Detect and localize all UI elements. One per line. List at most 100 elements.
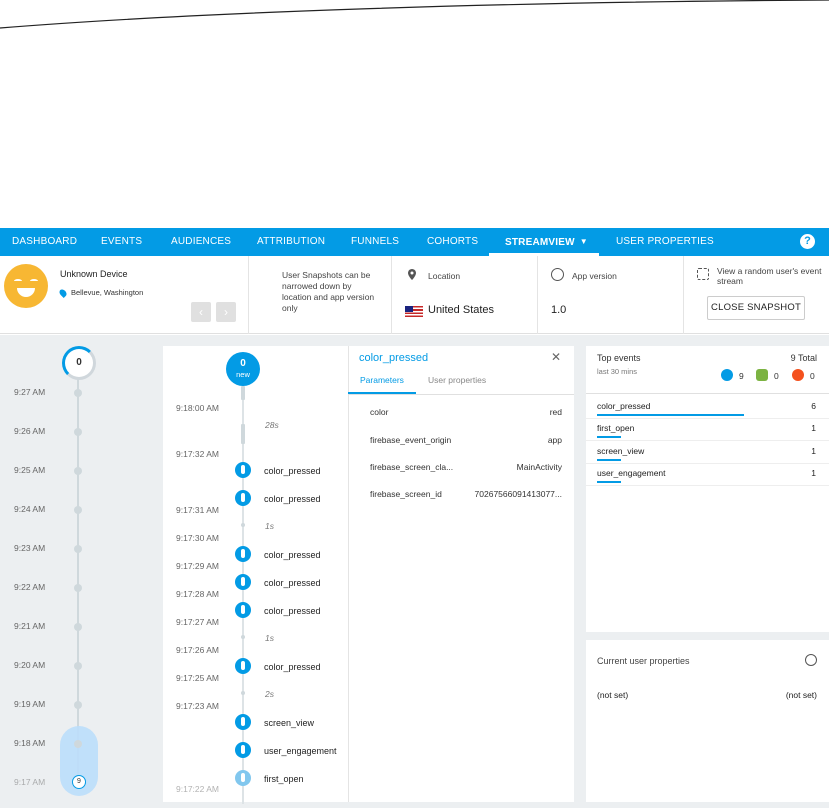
avatar-eye-left (14, 279, 22, 283)
minute-row[interactable]: 9:26 AM (14, 426, 94, 438)
tab-streamview-label: STREAMVIEW (505, 237, 575, 248)
minute-row[interactable]: 9:23 AM (14, 543, 94, 555)
tab-parameters[interactable]: Parameters (360, 375, 404, 385)
minute-dot (74, 467, 82, 475)
tab-user-properties-params[interactable]: User properties (428, 375, 486, 385)
top-event-name[interactable]: screen_view (597, 446, 644, 456)
stream-gap: 2s (265, 689, 274, 699)
top-event-name[interactable]: first_open (597, 423, 634, 433)
next-user-button[interactable]: › (216, 302, 236, 322)
minute-label: 9:24 AM (14, 504, 46, 514)
params-title: color_pressed (359, 352, 429, 364)
touch-icon (235, 714, 251, 730)
device-cell: Unknown Device Bellevue, Washington ‹ › (0, 256, 249, 334)
stream-event[interactable]: user_engagement (264, 746, 337, 756)
conversion-count: 0 (774, 371, 779, 381)
top-event-bar (597, 459, 621, 461)
stream-event[interactable]: color_pressed (264, 494, 321, 504)
minute-event-count[interactable]: 9 (72, 775, 86, 789)
minute-row[interactable]: 9:27 AM (14, 387, 94, 399)
minute-row[interactable]: 9:21 AM (14, 621, 94, 633)
stream-time: 9:17:25 AM (176, 673, 220, 683)
avatar-eye-right (30, 279, 38, 283)
new-events-badge[interactable]: 0 new (226, 352, 260, 386)
stream-time: 9:17:29 AM (176, 561, 220, 571)
param-key: firebase_screen_id (370, 489, 442, 499)
device-name: Unknown Device (60, 269, 128, 279)
stream-event[interactable]: color_pressed (264, 662, 321, 672)
tab-events[interactable]: EVENTS (101, 228, 142, 256)
stream-event[interactable]: color_pressed (264, 578, 321, 588)
minute-new-badge[interactable]: 0 (62, 346, 96, 380)
minute-timeline-line (77, 362, 79, 782)
stream-time: 9:17:23 AM (176, 701, 220, 711)
tab-dashboard[interactable]: DASHBOARD (12, 228, 77, 256)
user-count: 9 (739, 371, 744, 381)
row-separator (586, 485, 829, 486)
minute-dot (74, 389, 82, 397)
stream-event[interactable]: color_pressed (264, 550, 321, 560)
device-location: Bellevue, Washington (58, 287, 143, 298)
minute-row[interactable]: 9:18 AM (14, 738, 94, 750)
chevron-down-icon: ▼ (579, 237, 588, 246)
minute-row[interactable]: 9:22 AM (14, 582, 94, 594)
app-version-label: App version (572, 271, 617, 281)
minute-dot (74, 662, 82, 670)
help-icon[interactable]: ? (800, 234, 815, 249)
stream-gap: 1s (265, 521, 274, 531)
param-key: color (370, 407, 389, 417)
minute-row[interactable]: 9:20 AM (14, 660, 94, 672)
touch-icon (235, 546, 251, 562)
tab-streamview[interactable]: STREAMVIEW ▼ (505, 228, 588, 256)
top-event-count: 1 (811, 423, 816, 433)
tab-user-properties[interactable]: USER PROPERTIES (616, 228, 714, 256)
stream-time: 9:17:27 AM (176, 617, 220, 627)
top-event-count: 6 (811, 401, 816, 411)
tab-cohorts[interactable]: COHORTS (427, 228, 478, 256)
error-count: 0 (810, 371, 815, 381)
gap-bar (241, 424, 245, 444)
param-value: app (547, 435, 562, 445)
param-value: 70267566091413077... (474, 489, 562, 499)
minute-dot (74, 623, 82, 631)
touch-icon (235, 490, 251, 506)
stream-event[interactable]: color_pressed (264, 606, 321, 616)
tab-attribution[interactable]: ATTRIBUTION (257, 228, 325, 256)
minute-row[interactable]: 9:25 AM (14, 465, 94, 477)
location-value[interactable]: United States (428, 304, 494, 316)
stream-event[interactable]: first_open (264, 774, 304, 784)
minute-label: 9:22 AM (14, 582, 46, 592)
close-snapshot-button[interactable]: CLOSE SNAPSHOT (707, 296, 805, 320)
tab-funnels[interactable]: FUNNELS (351, 228, 399, 256)
row-separator (586, 440, 829, 441)
touch-icon (235, 462, 251, 478)
top-event-bar (597, 481, 621, 483)
app-root: DASHBOARD EVENTS AUDIENCES ATTRIBUTION F… (0, 0, 829, 808)
top-event-name[interactable]: color_pressed (597, 401, 650, 411)
stream-gap-dot (241, 523, 245, 527)
minute-label: 9:17 AM (14, 777, 46, 787)
tab-audiences[interactable]: AUDIENCES (171, 228, 231, 256)
stream-gap: 28s (265, 420, 279, 430)
history-icon[interactable] (805, 654, 817, 666)
app-version-value[interactable]: 1.0 (551, 304, 566, 316)
top-events-total: 9 Total (790, 353, 817, 363)
stream-event[interactable]: screen_view (264, 718, 314, 728)
minute-dot (74, 740, 82, 748)
minute-label: 9:19 AM (14, 699, 46, 709)
location-cell[interactable] (392, 256, 538, 334)
touch-icon (235, 658, 251, 674)
top-event-name[interactable]: user_engagement (597, 468, 666, 478)
row-separator (586, 463, 829, 464)
minute-row[interactable]: 9:24 AM (14, 504, 94, 516)
stream-time: 9:18:00 AM (176, 403, 220, 413)
user-properties-title: Current user properties (597, 656, 690, 666)
user-icon (721, 369, 733, 381)
row-separator (586, 418, 829, 419)
prev-user-button[interactable]: ‹ (191, 302, 211, 322)
stream-event[interactable]: color_pressed (264, 466, 321, 476)
gap-bar (241, 386, 245, 400)
minute-label: 9:20 AM (14, 660, 46, 670)
close-icon[interactable]: ✕ (551, 350, 561, 364)
minute-row[interactable]: 9:19 AM (14, 699, 94, 711)
